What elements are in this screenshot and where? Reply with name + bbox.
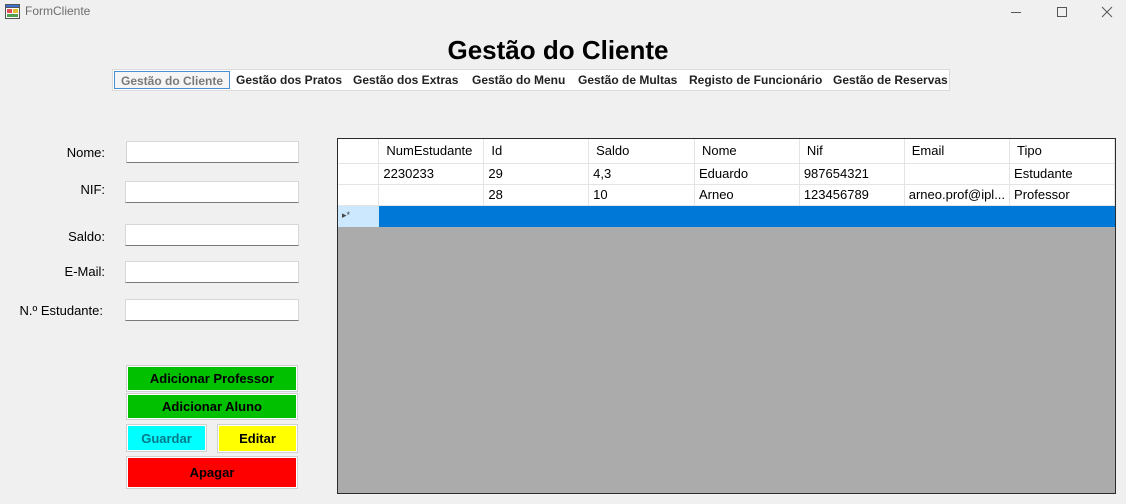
nif-label: NIF: xyxy=(80,182,105,197)
table-cell[interactable]: Eduardo xyxy=(694,163,800,185)
tab-gestao-extras[interactable]: Gestão dos Extras xyxy=(353,71,458,89)
minimize-button[interactable] xyxy=(993,0,1039,24)
app-icon xyxy=(5,4,20,19)
new-row[interactable]: ▸* xyxy=(338,205,1115,227)
maximize-icon xyxy=(1057,7,1067,17)
window-title: FormCliente xyxy=(25,4,91,18)
close-button[interactable] xyxy=(1084,0,1126,24)
add-professor-button[interactable]: Adicionar Professor xyxy=(126,365,298,392)
table-cell[interactable] xyxy=(483,205,590,227)
tab-gestao-pratos[interactable]: Gestão dos Pratos xyxy=(236,71,342,89)
saldo-label: Saldo: xyxy=(68,229,105,244)
row-header[interactable] xyxy=(338,163,380,185)
table-cell[interactable]: 2230233 xyxy=(378,163,485,185)
nif-field[interactable] xyxy=(125,181,299,203)
saldo-field[interactable] xyxy=(125,224,299,246)
table-cell[interactable] xyxy=(694,205,800,227)
table-cell[interactable]: 123456789 xyxy=(799,184,905,206)
tab-gestao-multas[interactable]: Gestão de Multas xyxy=(578,71,677,89)
column-header[interactable]: Email xyxy=(904,139,1011,164)
email-label: E-Mail: xyxy=(64,264,105,279)
table-row[interactable]: 28 10 Arneo 123456789 arneo.prof@ipl... … xyxy=(338,184,1115,206)
table-row[interactable]: 2230233 29 4,3 Eduardo 987654321 Estudan… xyxy=(338,163,1115,185)
column-header[interactable]: Id xyxy=(483,139,590,164)
page-title: Gestão do Cliente xyxy=(447,35,669,65)
table-cell[interactable]: Professor xyxy=(1009,184,1115,206)
maximize-button[interactable] xyxy=(1039,0,1085,24)
tab-menu: Gestão do Cliente Gestão dos Pratos Gest… xyxy=(112,69,950,91)
tab-registo-funcionario[interactable]: Registo de Funcionário xyxy=(689,71,822,89)
row-header[interactable] xyxy=(338,184,380,206)
clients-grid[interactable]: NumEstudante Id Saldo Nome Nif Email Tip… xyxy=(337,138,1116,494)
table-cell[interactable]: 987654321 xyxy=(799,163,905,185)
guardar-button[interactable]: Guardar xyxy=(126,424,207,452)
table-cell[interactable]: Estudante xyxy=(1009,163,1115,185)
new-row-marker-icon[interactable]: ▸* xyxy=(338,205,380,227)
num-estudante-label: N.º Estudante: xyxy=(19,303,103,318)
close-icon xyxy=(1101,6,1113,18)
table-cell[interactable] xyxy=(1009,205,1115,227)
table-cell[interactable]: 28 xyxy=(483,184,590,206)
tab-gestao-reservas[interactable]: Gestão de Reservas xyxy=(833,71,948,89)
minimize-icon xyxy=(1011,12,1021,13)
table-cell[interactable]: 4,3 xyxy=(588,163,695,185)
add-aluno-button[interactable]: Adicionar Aluno xyxy=(126,393,298,420)
table-cell[interactable] xyxy=(904,163,1011,185)
column-header[interactable]: Nome xyxy=(694,139,800,164)
table-cell[interactable]: 10 xyxy=(588,184,695,206)
table-cell[interactable] xyxy=(588,205,695,227)
nome-label: Nome: xyxy=(66,145,105,160)
nome-field[interactable] xyxy=(126,141,299,163)
table-cell[interactable]: Arneo xyxy=(694,184,800,206)
row-header-corner[interactable] xyxy=(338,139,380,164)
tab-gestao-menu[interactable]: Gestão do Menu xyxy=(472,71,565,89)
table-cell[interactable]: 29 xyxy=(483,163,590,185)
tab-gestao-cliente[interactable]: Gestão do Cliente xyxy=(114,71,231,89)
grid-header-row: NumEstudante Id Saldo Nome Nif Email Tip… xyxy=(338,139,1115,164)
column-header[interactable]: Tipo xyxy=(1009,139,1115,164)
table-cell[interactable]: arneo.prof@ipl... xyxy=(904,184,1011,206)
editar-button[interactable]: Editar xyxy=(217,424,298,453)
table-cell[interactable] xyxy=(378,184,485,206)
num-estudante-field[interactable] xyxy=(125,299,299,321)
table-cell[interactable] xyxy=(904,205,1011,227)
table-cell[interactable] xyxy=(799,205,905,227)
apagar-button[interactable]: Apagar xyxy=(126,456,298,489)
table-cell[interactable] xyxy=(378,205,485,227)
column-header[interactable]: Saldo xyxy=(588,139,695,164)
column-header[interactable]: NumEstudante xyxy=(378,139,485,164)
column-header[interactable]: Nif xyxy=(799,139,905,164)
title-bar: FormCliente xyxy=(0,0,1126,24)
email-field[interactable] xyxy=(125,261,299,283)
